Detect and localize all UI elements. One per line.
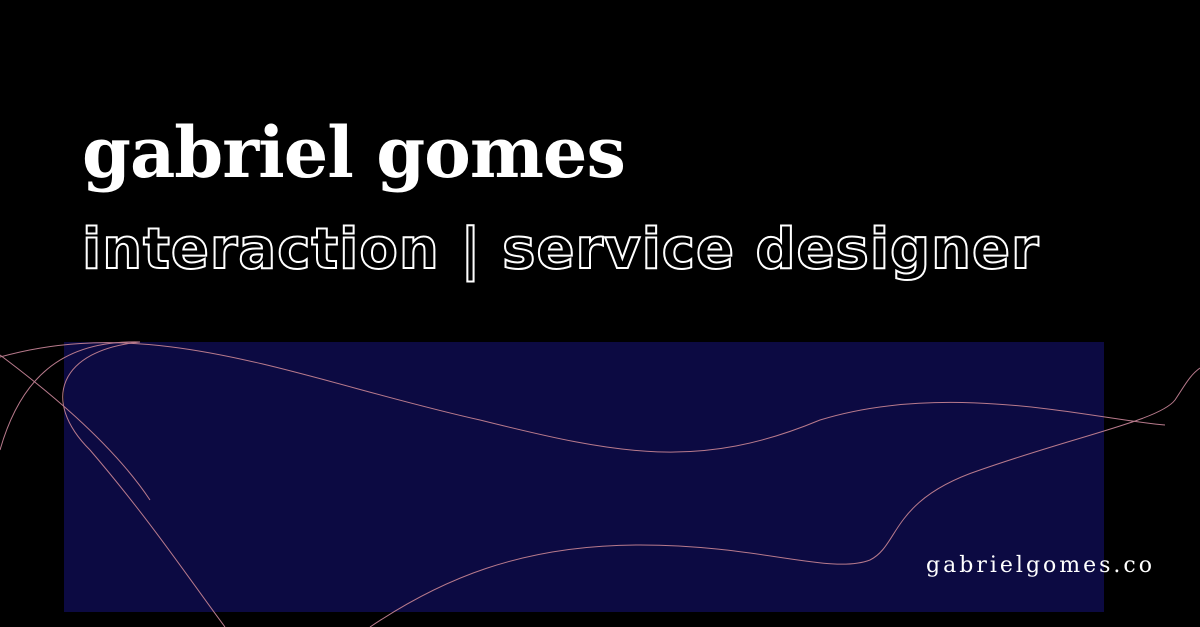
website-url: gabrielgomes.co xyxy=(926,553,1155,578)
curve-lower xyxy=(369,367,1200,627)
banner-card: gabriel gomes interaction | service desi… xyxy=(0,0,1200,627)
curve-left-loop xyxy=(0,341,226,627)
job-title: interaction | service designer xyxy=(81,217,1040,282)
curve-upper xyxy=(0,342,1166,453)
person-name: gabriel gomes xyxy=(82,111,626,194)
curve-left-edge xyxy=(0,354,151,501)
decorative-curves xyxy=(0,341,1200,627)
